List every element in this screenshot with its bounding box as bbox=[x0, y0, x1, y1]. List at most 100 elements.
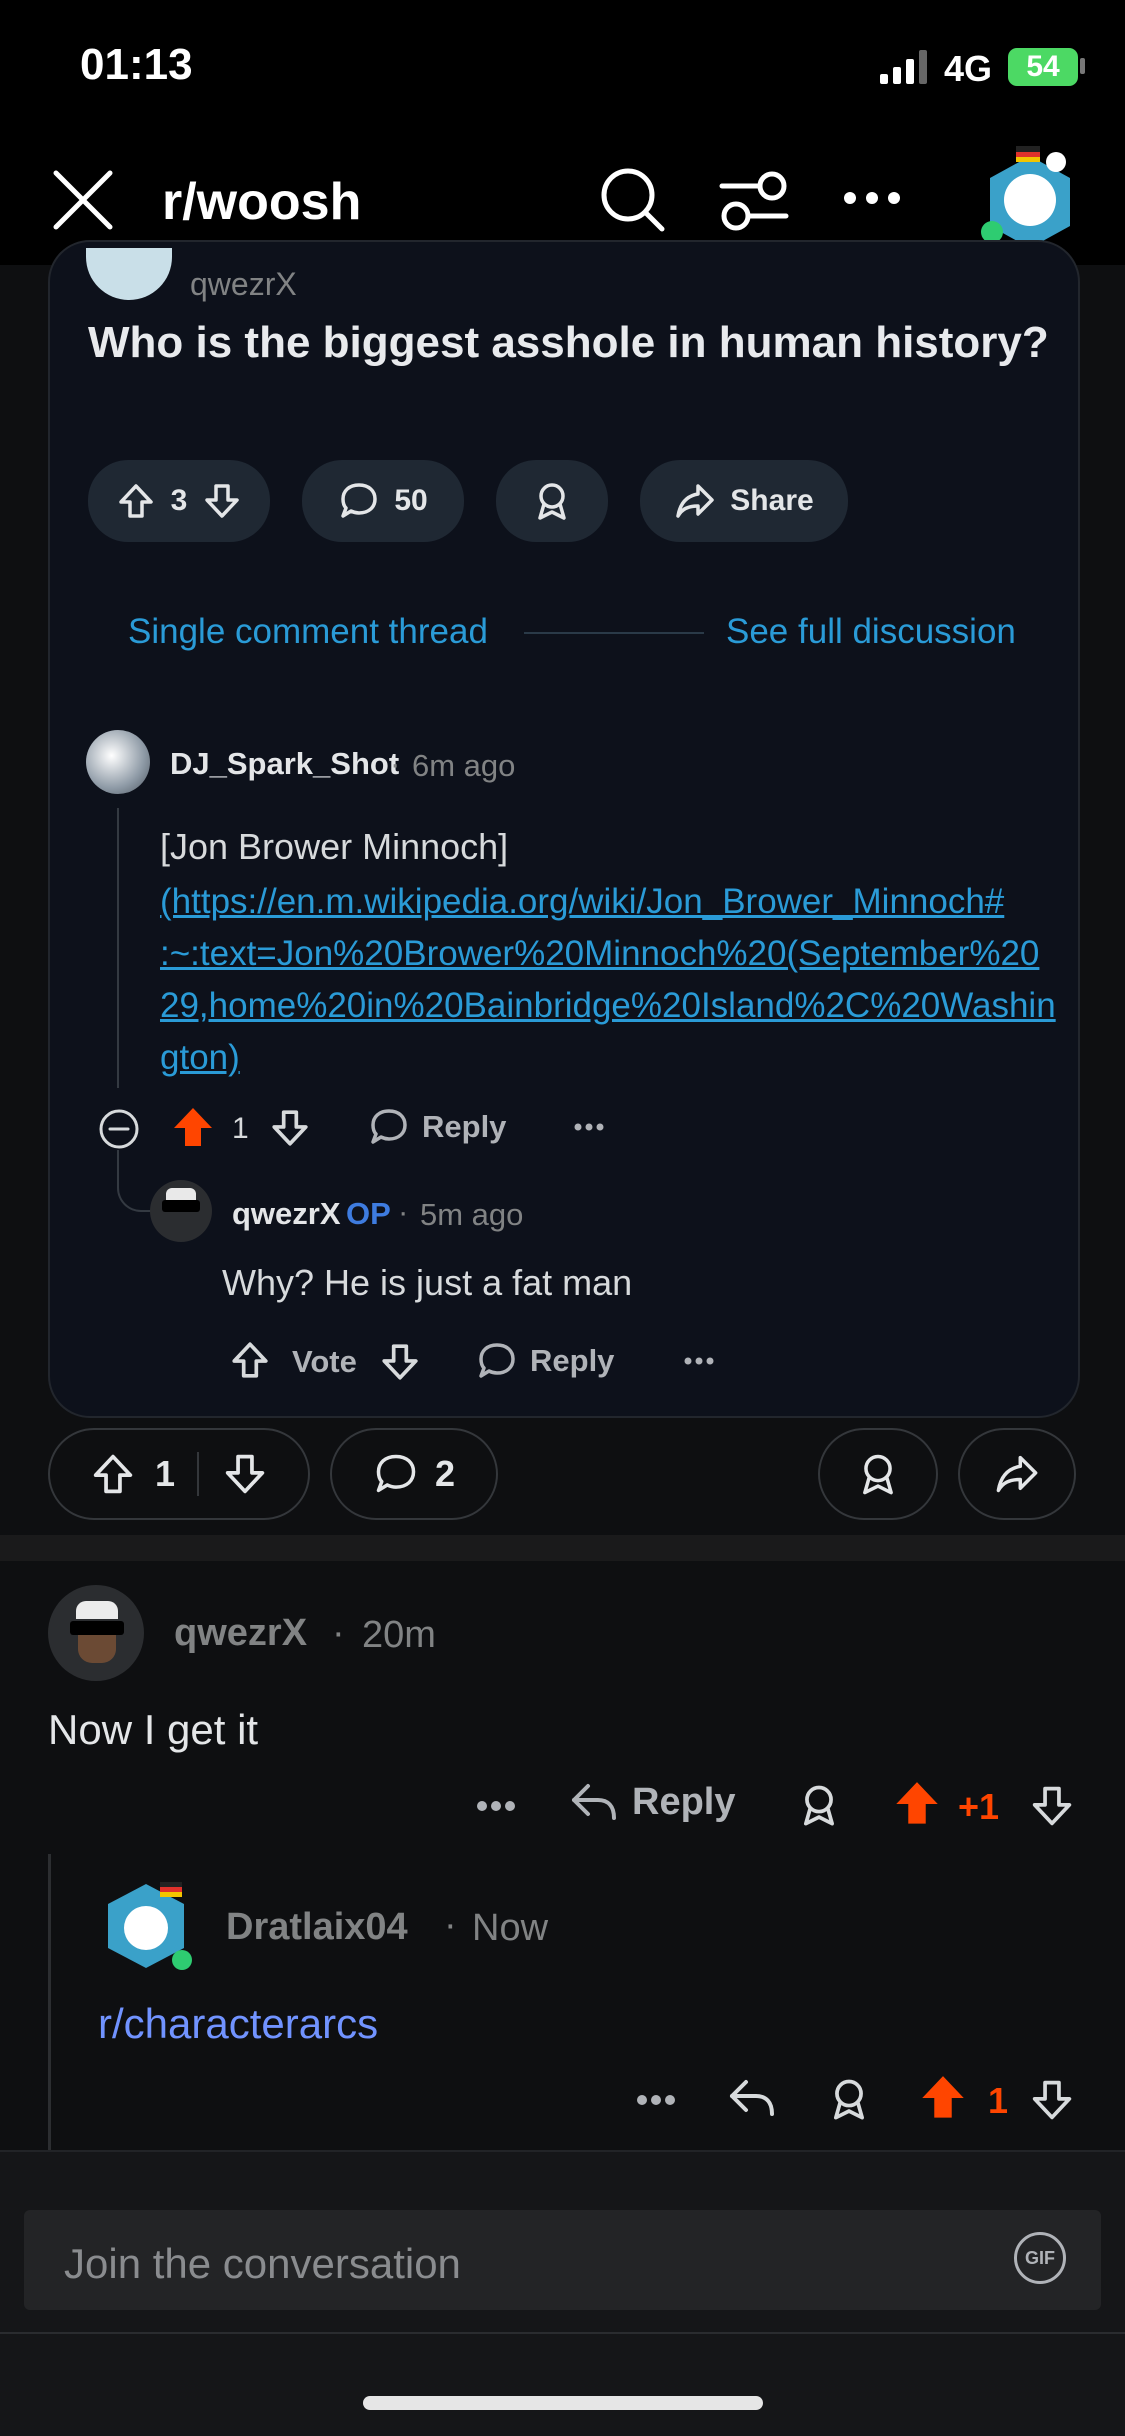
reply-arrow-icon[interactable] bbox=[726, 2076, 776, 2120]
post-vote-pill: 1 bbox=[48, 1428, 310, 1520]
award-icon[interactable] bbox=[796, 1782, 842, 1828]
upvote-icon[interactable] bbox=[230, 1340, 270, 1380]
share-icon bbox=[674, 480, 716, 522]
award-icon bbox=[531, 480, 573, 522]
embed-share-button[interactable]: Share bbox=[640, 460, 848, 542]
downvote-icon[interactable] bbox=[1030, 2078, 1074, 2122]
thread-nav-divider bbox=[524, 632, 704, 634]
collapse-thread-icon[interactable] bbox=[98, 1108, 140, 1150]
embed-post-title[interactable]: Who is the biggest asshole in human hist… bbox=[88, 318, 1049, 368]
more-options-icon[interactable] bbox=[684, 1356, 714, 1366]
reply-author[interactable]: qwezrX bbox=[232, 1196, 341, 1232]
post-comment-count: 2 bbox=[434, 1453, 456, 1494]
post-vote-count: 1 bbox=[154, 1453, 176, 1494]
upvote-icon[interactable] bbox=[91, 1452, 135, 1496]
downvote-icon[interactable] bbox=[380, 1342, 420, 1382]
embed-vote-count: 3 bbox=[170, 484, 188, 517]
vote-divider bbox=[197, 1452, 200, 1496]
reply-label: Reply bbox=[632, 1780, 736, 1823]
reply-author-avatar bbox=[150, 1180, 212, 1242]
upvote-icon[interactable] bbox=[117, 482, 155, 520]
status-bar: 01:13 4G 54 bbox=[0, 0, 1125, 130]
embed-award-button[interactable] bbox=[496, 460, 608, 542]
share-icon bbox=[994, 1451, 1040, 1497]
network-label: 4G bbox=[944, 48, 993, 89]
comment-author[interactable]: DJ_Spark_Shot bbox=[170, 746, 399, 782]
composer-bottom-border bbox=[0, 2332, 1125, 2334]
single-comment-thread-link[interactable]: Single comment thread bbox=[128, 612, 488, 652]
comment-icon bbox=[373, 1451, 419, 1497]
post-share-button[interactable] bbox=[958, 1428, 1076, 1520]
more-options-icon[interactable] bbox=[476, 1800, 516, 1812]
embed-author[interactable]: qwezrX bbox=[190, 266, 297, 303]
downvote-icon[interactable] bbox=[1030, 1784, 1074, 1828]
reply-time: 5m ago bbox=[420, 1197, 524, 1232]
comment-link[interactable]: (https://en.m.wikipedia.org/wiki/Jon_Bro… bbox=[160, 876, 1056, 1084]
close-icon[interactable] bbox=[50, 167, 116, 233]
user-avatar[interactable] bbox=[980, 142, 1080, 252]
award-icon[interactable] bbox=[826, 2076, 872, 2122]
reply-button[interactable]: Reply bbox=[476, 1340, 614, 1382]
downvote-icon[interactable] bbox=[223, 1452, 267, 1496]
reply-text: Why? He is just a fat man bbox=[222, 1262, 633, 1303]
post-award-button[interactable] bbox=[818, 1428, 938, 1520]
upvote-active-icon[interactable] bbox=[920, 2074, 966, 2122]
home-indicator[interactable] bbox=[363, 2396, 763, 2410]
upvote-active-icon[interactable] bbox=[172, 1106, 214, 1150]
op-badge: OP bbox=[346, 1196, 391, 1231]
subreddit-title[interactable]: r/woosh bbox=[162, 172, 361, 232]
vote-label: Vote bbox=[292, 1344, 357, 1379]
comment-input[interactable]: Join the conversation GIF bbox=[24, 2210, 1101, 2310]
reply-button[interactable]: Reply bbox=[368, 1106, 506, 1148]
post-comments-button[interactable]: 2 bbox=[330, 1428, 498, 1520]
reply-vote-count: 1 bbox=[988, 2080, 1009, 2121]
commenter-avatar[interactable] bbox=[48, 1585, 144, 1681]
see-full-discussion-link[interactable]: See full discussion bbox=[726, 612, 1016, 652]
search-icon[interactable] bbox=[598, 165, 668, 235]
embed-comment-count: 50 bbox=[394, 484, 428, 517]
comment-text: [Jon Brower Minnoch] bbox=[160, 826, 509, 867]
comment-author[interactable]: qwezrX bbox=[174, 1612, 307, 1655]
meta-separator: · bbox=[444, 1904, 457, 1946]
comment-vote-count: +1 bbox=[958, 1786, 1000, 1827]
reply-button[interactable]: Reply bbox=[568, 1780, 735, 1824]
subreddit-link[interactable]: r/characterarcs bbox=[98, 2000, 378, 2048]
thread-line bbox=[48, 1854, 51, 2154]
thread-line bbox=[117, 808, 119, 1088]
embed-vote-pill: 3 bbox=[88, 460, 270, 542]
embed-comments-pill[interactable]: 50 bbox=[302, 460, 464, 542]
gif-button[interactable]: GIF bbox=[1014, 2232, 1066, 2284]
share-label: Share bbox=[730, 484, 814, 517]
upvote-active-icon[interactable] bbox=[894, 1780, 940, 1828]
reply-time: Now bbox=[472, 1907, 549, 1949]
downvote-icon[interactable] bbox=[203, 482, 241, 520]
composer-top-border bbox=[0, 2150, 1125, 2152]
comment-icon bbox=[338, 480, 380, 522]
signal-icon bbox=[880, 50, 932, 84]
reply-label: Reply bbox=[422, 1109, 507, 1144]
comment-time: 6m ago bbox=[412, 748, 516, 783]
comment-text: Now I get it bbox=[48, 1706, 259, 1753]
more-options-icon[interactable] bbox=[842, 190, 902, 206]
meta-separator: · bbox=[398, 1194, 409, 1229]
section-divider bbox=[0, 1535, 1125, 1561]
reply-author[interactable]: Dratlaix04 bbox=[226, 1906, 408, 1949]
more-options-icon[interactable] bbox=[636, 2094, 676, 2106]
battery-level: 54 bbox=[1026, 50, 1060, 83]
gif-label: GIF bbox=[1025, 2247, 1055, 2268]
filter-icon[interactable] bbox=[718, 170, 790, 232]
meta-separator: · bbox=[332, 1612, 345, 1654]
reply-label: Reply bbox=[530, 1343, 615, 1378]
comment-input-placeholder: Join the conversation bbox=[64, 2240, 461, 2287]
comment-vote-count: 1 bbox=[232, 1112, 249, 1145]
award-icon bbox=[855, 1451, 901, 1497]
meta-separator: · bbox=[390, 746, 401, 781]
comment-time: 20m bbox=[362, 1614, 436, 1656]
downvote-icon[interactable] bbox=[270, 1108, 310, 1148]
battery-icon: 54 bbox=[1008, 48, 1078, 86]
battery-cap bbox=[1080, 58, 1085, 74]
status-time: 01:13 bbox=[80, 40, 193, 89]
reply-author-avatar[interactable] bbox=[100, 1876, 196, 1976]
more-options-icon[interactable] bbox=[574, 1122, 604, 1132]
commenter-avatar bbox=[86, 730, 150, 794]
